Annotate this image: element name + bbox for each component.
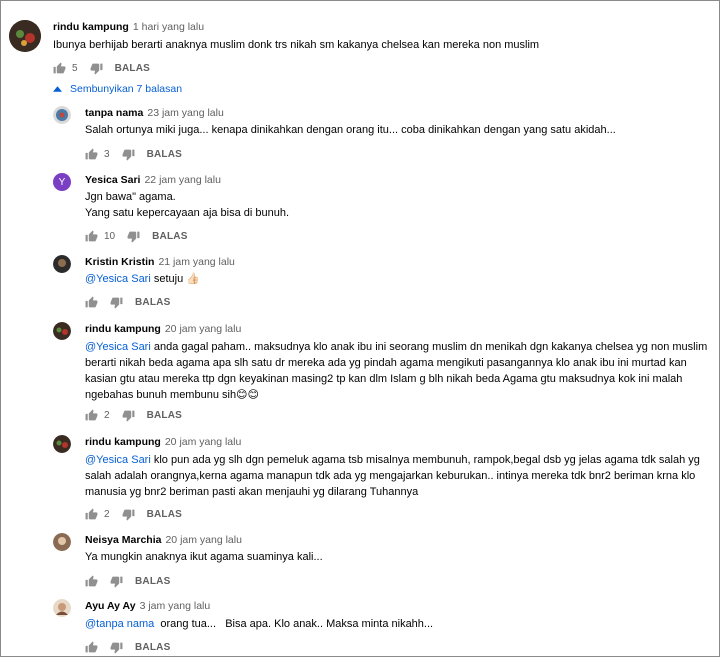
comment-actions: BALAS <box>85 294 170 310</box>
comment-text-line: ngebahas bunuh membunu sih😊😊 <box>85 389 259 401</box>
reply-button[interactable]: BALAS <box>135 576 170 587</box>
like-count: 2 <box>104 508 110 520</box>
comment-time[interactable]: 21 jam yang lalu <box>158 256 234 268</box>
comment-actions: 5 BALAS <box>53 60 150 76</box>
reply-button[interactable]: BALAS <box>135 642 170 653</box>
reply-button[interactable]: BALAS <box>147 149 182 160</box>
comment-time[interactable]: 20 jam yang lalu <box>165 534 241 546</box>
comment-author[interactable]: Kristin Kristin <box>85 256 154 268</box>
thumbs-up-icon[interactable] <box>85 148 98 161</box>
comment-time[interactable]: 1 hari yang lalu <box>133 21 204 33</box>
comment-time[interactable]: 20 jam yang lalu <box>165 323 241 335</box>
reply-button[interactable]: BALAS <box>115 63 150 74</box>
comment-text: Ya mungkin anaknya ikut agama suaminya k… <box>85 551 323 563</box>
comment-author[interactable]: rindu kampung <box>53 21 129 33</box>
avatar[interactable] <box>53 322 71 340</box>
thumbs-down-icon[interactable] <box>110 641 123 654</box>
comment-author[interactable]: Ayu Ay Ay <box>85 600 136 612</box>
mention-link[interactable]: @Yesica Sari <box>85 273 151 285</box>
comment-text-line: salah adalah orangnya,kerna agama manapu… <box>85 470 696 482</box>
comment-text: Salah ortunya miki juga... kenapa dinika… <box>85 124 616 136</box>
avatar[interactable] <box>53 106 71 124</box>
comment-time[interactable]: 23 jam yang lalu <box>147 107 223 119</box>
thumbs-down-icon[interactable] <box>127 230 140 243</box>
thumbs-down-icon[interactable] <box>90 62 103 75</box>
comment-actions: 10 BALAS <box>85 228 188 244</box>
thumbs-up-icon[interactable] <box>85 575 98 588</box>
thumbs-up-icon[interactable] <box>85 230 98 243</box>
comment-text: @tanpa nama orang tua... Bisa apa. Klo a… <box>85 618 434 630</box>
comment-author[interactable]: Neisya Marchia <box>85 534 161 546</box>
comment-time[interactable]: 20 jam yang lalu <box>165 436 241 448</box>
comment-time[interactable]: 22 jam yang lalu <box>144 174 220 186</box>
avatar-letter: Y <box>58 176 66 188</box>
reply-button[interactable]: BALAS <box>147 509 182 520</box>
comment-text: Ibunya berhijab berarti anaknya muslim d… <box>53 39 540 51</box>
thumbs-down-icon[interactable] <box>122 508 135 521</box>
like-count: 5 <box>72 62 78 74</box>
like-count: 3 <box>104 148 110 160</box>
comment-text-line: @Yesica Sari anda gagal paham.. maksudny… <box>85 341 708 353</box>
avatar[interactable] <box>53 599 71 617</box>
thumbs-down-icon[interactable] <box>110 575 123 588</box>
caret-up-icon <box>53 86 62 92</box>
mention-link[interactable]: @Yesica Sari <box>85 454 151 466</box>
comment-author[interactable]: Yesica Sari <box>85 174 140 186</box>
like-count: 2 <box>104 409 110 421</box>
comment-author[interactable]: rindu kampung <box>85 436 161 448</box>
reply-button[interactable]: BALAS <box>147 410 182 421</box>
reply-button[interactable]: BALAS <box>135 297 170 308</box>
comment-text-line: @Yesica Sari klo pun ada yg slh dgn peme… <box>85 454 700 466</box>
reply-button[interactable]: BALAS <box>152 231 187 242</box>
thumbs-down-icon[interactable] <box>122 148 135 161</box>
mention-link[interactable]: @Yesica Sari <box>85 341 151 353</box>
comment-text-line: kasian gtu atau mereka ttp dgn keyakinan… <box>85 373 683 385</box>
comment-author[interactable]: tanpa nama <box>85 107 143 119</box>
comment-actions: BALAS <box>85 639 170 655</box>
thumbs-up-icon[interactable] <box>85 409 98 422</box>
hide-replies-button[interactable]: Sembunyikan 7 balasan <box>53 83 182 95</box>
comment-time[interactable]: 3 jam yang lalu <box>140 600 211 612</box>
thumbs-up-icon[interactable] <box>53 62 66 75</box>
like-count: 10 <box>104 230 116 242</box>
comment-actions: 3 BALAS <box>85 146 182 162</box>
thumbs-down-icon[interactable] <box>110 296 123 309</box>
thumbs-up-icon[interactable] <box>85 296 98 309</box>
mention-link[interactable]: @tanpa nama <box>85 618 154 630</box>
hide-replies-label: Sembunyikan 7 balasan <box>70 83 183 95</box>
comment-author[interactable]: rindu kampung <box>85 323 161 335</box>
avatar[interactable] <box>53 533 71 551</box>
comment-actions: 2 BALAS <box>85 407 182 423</box>
thumbs-up-icon[interactable] <box>85 508 98 521</box>
comments-panel: rindu kampung 1 hari yang lalu Ibunya ber… <box>0 0 720 657</box>
comment-text-line: Yang satu kepercayaan aja bisa di bunuh. <box>85 207 290 219</box>
thumbs-up-icon[interactable] <box>85 641 98 654</box>
comment-text-line: berarti nikah beda agama apa slh satu dr… <box>85 357 687 369</box>
comment-text-line: Jgn bawa" agama. <box>85 191 176 203</box>
avatar[interactable]: Y <box>53 173 71 191</box>
thumbs-down-icon[interactable] <box>122 409 135 422</box>
avatar[interactable] <box>9 20 41 52</box>
comment-text-line: manusia yg bnr2 beriman pasti akan menja… <box>85 486 419 498</box>
avatar[interactable] <box>53 255 71 273</box>
comment-actions: 2 BALAS <box>85 506 182 522</box>
comment-actions: BALAS <box>85 573 170 589</box>
avatar[interactable] <box>53 435 71 453</box>
comment-text: @Yesica Sari setuju 👍🏻 <box>85 273 200 285</box>
